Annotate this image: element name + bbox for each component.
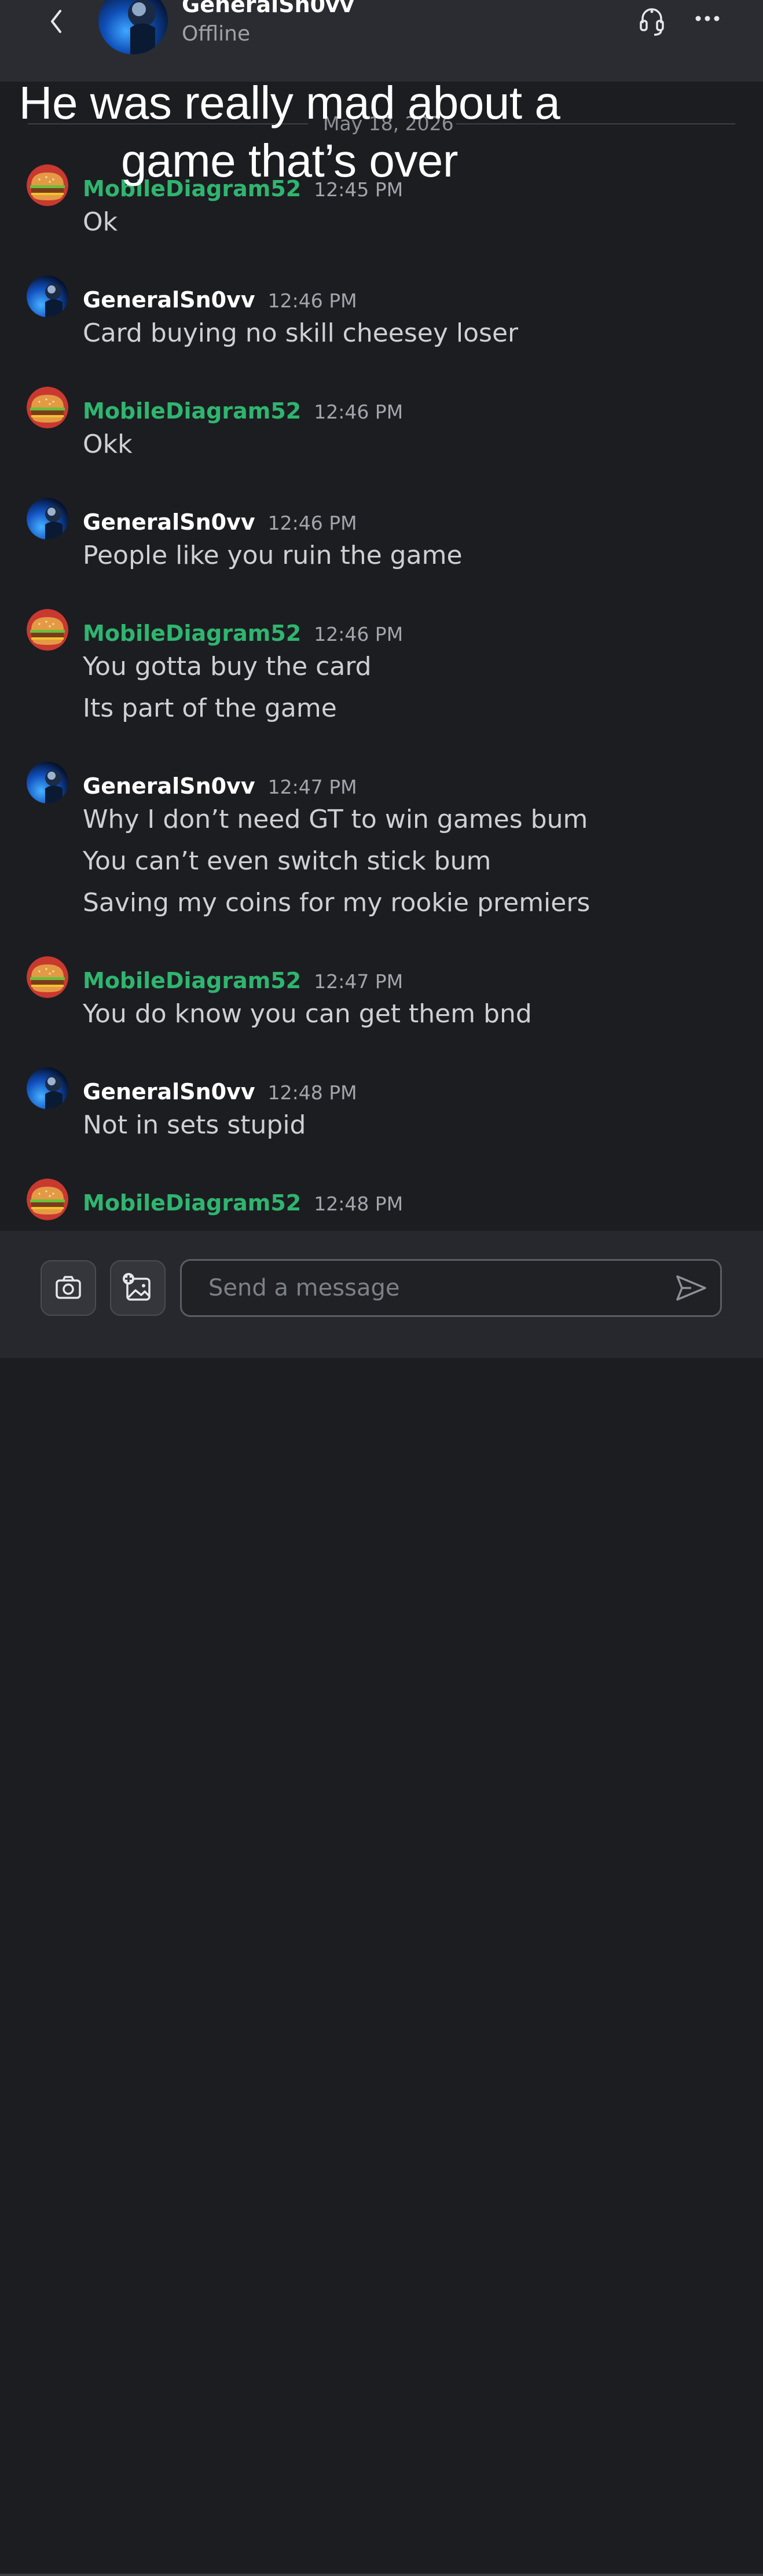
message-timestamp: 12:46 PM [267,512,357,534]
message-text: Not in sets stupid [83,1110,306,1140]
message-text: Okk [83,430,133,459]
message-author[interactable]: GeneralSn0vv 12:47 PM [83,773,357,799]
avatar-earth[interactable] [27,762,68,803]
message-text: Why I don’t need GT to win games bum [83,805,588,834]
back-icon[interactable] [42,3,71,38]
avatar-earth[interactable] [27,1067,68,1109]
message-author[interactable]: MobileDiagram52 12:46 PM [83,621,403,646]
message-text: You can’t even switch stick bum [83,846,491,876]
overlay-caption: He was really mad about a game that’s ov… [0,74,579,190]
message-text: People like you ruin the game [83,541,463,570]
message-composer [0,1231,763,2576]
message-timestamp: 12:46 PM [314,623,403,645]
message-timestamp: 12:48 PM [267,1081,357,1104]
camera-icon [56,1276,81,1299]
message-timestamp: 12:47 PM [267,776,357,798]
message-input[interactable] [180,1259,722,1317]
home-indicator-bar [0,2574,763,2576]
image-add-icon [123,1273,151,1301]
message-text: You gotta buy the card [83,652,372,681]
contact-status: Offline [182,22,251,46]
avatar-burger[interactable] [27,609,68,651]
send-icon[interactable] [674,1273,709,1303]
author-name[interactable]: MobileDiagram52 [83,621,301,646]
author-name[interactable]: GeneralSn0vv [83,1079,255,1104]
message-author[interactable]: GeneralSn0vv 12:46 PM [83,287,357,313]
image-upload-button[interactable] [110,1260,166,1316]
author-name[interactable]: MobileDiagram52 [83,1190,301,1216]
message-author[interactable]: GeneralSn0vv 12:48 PM [83,1079,357,1104]
chat-header: GeneralSn0vv Offline [0,0,763,82]
message-text: You do know you can get them bnd [83,999,532,1029]
message-text: Its part of the game [83,693,337,723]
message-text: Ok [83,207,118,237]
message-timestamp: 12:46 PM [267,289,357,312]
message-text: Card buying no skill cheesey loser [83,318,519,348]
message-author[interactable]: MobileDiagram52 12:48 PM [83,1190,403,1216]
avatar-burger[interactable] [27,956,68,998]
contact-name[interactable]: GeneralSn0vv [182,0,354,17]
author-name[interactable]: MobileDiagram52 [83,398,301,424]
message-timestamp: 12:48 PM [314,1192,403,1215]
message-text: Saving my coins for my rookie premiers [83,888,590,918]
avatar-earth[interactable] [27,276,68,317]
avatar-earth[interactable] [27,498,68,540]
message-author[interactable]: GeneralSn0vv 12:46 PM [83,509,357,535]
message-author[interactable]: MobileDiagram52 12:46 PM [83,398,403,424]
headset-icon[interactable] [637,5,667,37]
author-name[interactable]: GeneralSn0vv [83,773,255,799]
caption-line-2: game that’s over [121,135,458,186]
avatar-burger[interactable] [27,1179,68,1220]
author-name[interactable]: GeneralSn0vv [83,287,255,313]
message-author[interactable]: MobileDiagram52 12:47 PM [83,968,403,993]
avatar-burger[interactable] [27,387,68,428]
message-timestamp: 12:46 PM [314,401,403,423]
author-name[interactable]: GeneralSn0vv [83,509,255,535]
author-name[interactable]: MobileDiagram52 [83,968,301,993]
camera-button[interactable] [41,1260,96,1316]
more-icon[interactable] [692,9,722,27]
caption-line-1: He was really mad about a [19,77,560,129]
contact-avatar[interactable] [98,0,168,54]
message-timestamp: 12:47 PM [314,970,403,993]
